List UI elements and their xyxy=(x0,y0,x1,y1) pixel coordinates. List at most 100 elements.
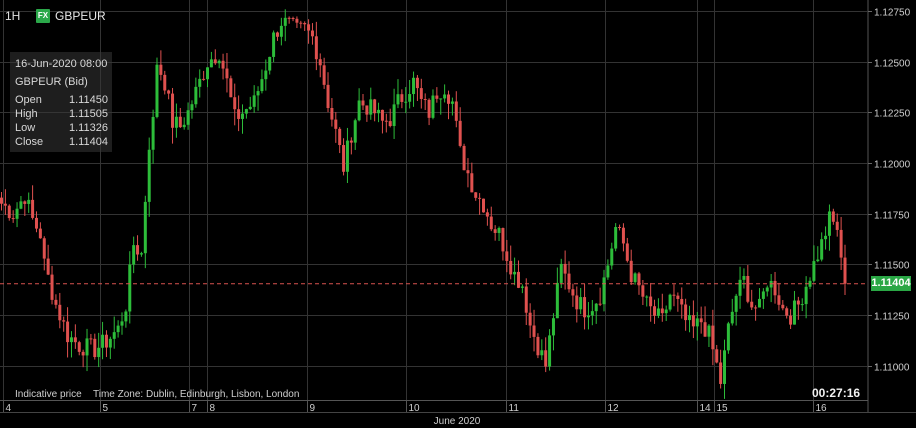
candle-body xyxy=(734,295,738,312)
candle-body xyxy=(563,263,567,274)
candle-body xyxy=(470,173,474,193)
candle-body xyxy=(233,97,237,110)
candle-body xyxy=(202,78,206,80)
candle-body xyxy=(147,149,151,202)
candle-body xyxy=(307,24,311,31)
candle-body xyxy=(684,304,688,321)
x-axis: 4 5 7 8 9 10 11 12 14 15 16 June 2020 xyxy=(3,400,827,427)
candle-body xyxy=(482,198,485,213)
candle-body xyxy=(155,64,159,117)
timezone-label[interactable]: Time Zone: Dublin, Edinburgh, Lisbon, Lo… xyxy=(93,389,299,400)
x-tick-label: 12 xyxy=(608,403,620,414)
candle-body xyxy=(69,337,73,343)
candle-body xyxy=(606,265,610,278)
candle-body xyxy=(757,298,761,308)
candle-body xyxy=(493,229,497,233)
candle-body xyxy=(369,99,373,115)
candle-body xyxy=(789,315,793,325)
candle-body xyxy=(820,239,824,260)
candle-body xyxy=(198,78,202,87)
candle-body xyxy=(629,260,633,283)
candle-body xyxy=(726,323,730,351)
candle-body xyxy=(703,322,707,337)
candle-body xyxy=(221,60,225,69)
candle-body xyxy=(835,221,839,230)
candle-body xyxy=(89,338,93,340)
y-tick-label: 1.11250 xyxy=(874,312,910,323)
candle-body xyxy=(412,77,416,95)
candle-body xyxy=(256,91,260,96)
candle-body xyxy=(765,287,769,292)
candle-body xyxy=(241,113,244,119)
candle-body xyxy=(128,264,132,312)
candle-body xyxy=(796,300,800,305)
x-tick-label: 14 xyxy=(700,403,712,414)
y-tick-label: 1.12000 xyxy=(874,160,911,171)
candle-body xyxy=(93,338,97,358)
candle-body xyxy=(159,64,163,75)
candle-body xyxy=(447,94,451,104)
candle-body xyxy=(715,349,719,363)
candle-body xyxy=(260,79,264,92)
candle-body xyxy=(66,321,70,343)
candle-body xyxy=(11,218,15,220)
candle-body xyxy=(583,297,587,318)
candle-body xyxy=(237,109,241,119)
candle-body xyxy=(614,227,618,249)
candle-body xyxy=(85,338,89,356)
indicative-price-note: Indicative price xyxy=(15,389,82,400)
candle-body xyxy=(664,309,668,314)
candle-body xyxy=(485,212,489,217)
candle-body xyxy=(7,205,11,219)
candle-body xyxy=(104,334,108,348)
candle-body xyxy=(750,301,754,308)
candle-body xyxy=(377,109,381,114)
tooltip-value: 1.11404 xyxy=(69,136,108,148)
candle-body xyxy=(555,282,559,319)
candle-body xyxy=(322,65,326,85)
candle-body xyxy=(551,318,555,336)
tooltip-label: Open xyxy=(15,94,42,106)
x-tick-label: 15 xyxy=(717,403,729,414)
tooltip-datetime: 16-Jun-2020 08:00 xyxy=(15,58,108,70)
candle-body xyxy=(559,263,563,283)
tooltip-value: 1.11450 xyxy=(69,94,108,106)
candle-body xyxy=(19,201,23,209)
x-tick-label: 11 xyxy=(509,403,520,414)
candle-body xyxy=(742,275,746,280)
candle-body xyxy=(299,22,303,24)
candle-body xyxy=(501,228,505,252)
symbol-label[interactable]: GBPEUR xyxy=(55,8,106,24)
candle-body xyxy=(357,100,361,121)
candle-body xyxy=(42,238,46,259)
candle-body xyxy=(431,95,435,118)
candle-body xyxy=(50,274,54,300)
x-tick-label: 10 xyxy=(409,403,421,414)
candle-body xyxy=(450,101,454,104)
candle-body xyxy=(62,320,66,322)
price-chart[interactable]: 1.11000 1.11250 1.11500 1.11750 1.12000 1.122… xyxy=(0,0,916,428)
candle-body xyxy=(831,211,835,222)
candle-body xyxy=(785,308,789,316)
candle-body xyxy=(139,253,143,255)
candle-body xyxy=(46,258,50,275)
x-tick-label: 7 xyxy=(192,403,198,414)
candle-body xyxy=(279,25,283,37)
candle-body xyxy=(474,192,478,198)
candle-body xyxy=(594,303,598,312)
candle-body xyxy=(167,90,171,94)
candle-body xyxy=(633,273,637,283)
candle-body xyxy=(101,334,105,348)
x-axis-month-label: June 2020 xyxy=(434,416,481,427)
candle-body xyxy=(108,338,112,348)
candle-body xyxy=(171,93,175,128)
x-tick-label: 4 xyxy=(6,403,12,414)
candle-body xyxy=(190,104,194,111)
candle-body xyxy=(439,98,443,100)
candle-body xyxy=(524,286,528,313)
candle-body xyxy=(132,245,136,265)
candle-body xyxy=(143,201,147,254)
timeframe-label[interactable]: 1H xyxy=(5,8,20,24)
candle-body xyxy=(516,271,520,288)
candle-body xyxy=(178,116,182,128)
